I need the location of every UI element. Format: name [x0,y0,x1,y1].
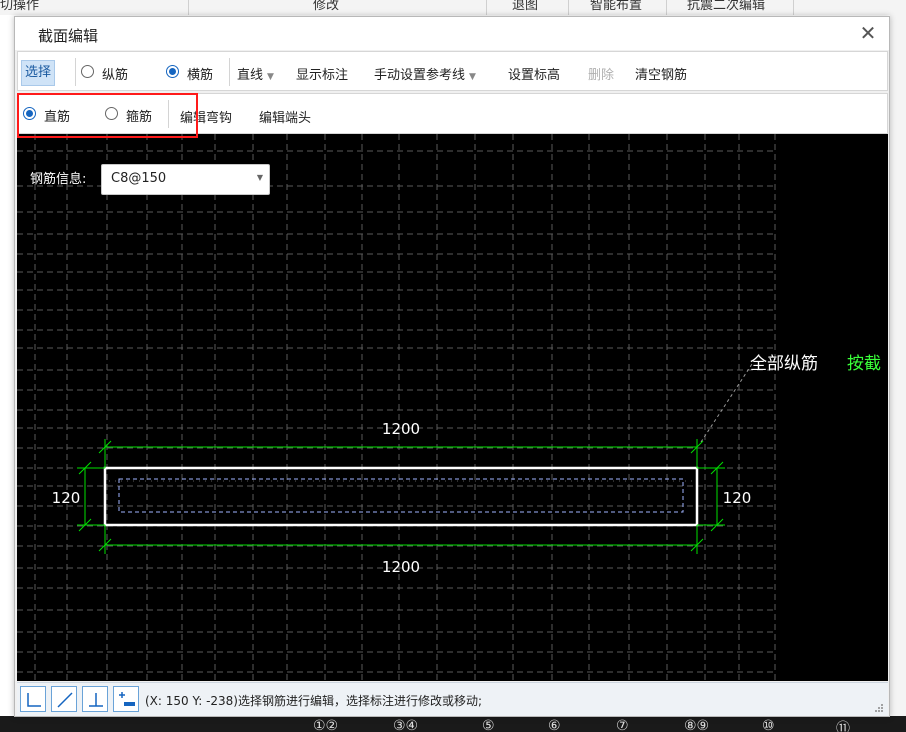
manual-reference-dropdown[interactable]: 手动设置参考线 ▼ [374,64,476,83]
rebar-info-value: C8@150 [111,171,167,186]
stirrup-label: 箍筋 [126,110,153,125]
drawing-canvas[interactable]: 1200 1200 120 120 全部纵筋 按截 钢筋信息: C8@150 ▼ [17,134,888,681]
left-dimension[interactable] [77,461,105,532]
dim-left-text[interactable]: 120 [52,489,81,507]
axis-label: ⑩ [762,718,775,732]
section-outline[interactable] [103,466,699,527]
main-toolbar: 选择 纵筋 横筋 直线 ▼ 显示标注 手动设置参考线 ▼ 设置标高 删除 清空钢筋 [17,51,888,91]
chevron-down-icon: ▼ [267,72,274,82]
straight-rebar-label: 直筋 [44,110,71,125]
bg-item: 切操作 [0,0,40,13]
bg-item: 抗震二次编辑 [687,0,766,13]
longitudinal-radio[interactable]: 纵筋 [81,64,128,83]
chevron-down-icon: ▼ [469,72,476,82]
status-bar: (X: 150 Y: -238)选择钢筋进行编辑，选择标注进行修改或移动; [17,682,888,716]
bottom-dimension[interactable] [98,525,704,554]
leader-label[interactable]: 全部纵筋 [750,354,818,374]
line-type-dropdown[interactable]: 直线 ▼ [237,64,274,83]
resize-grip-icon[interactable] [874,703,884,713]
straight-rebar-radio[interactable]: 直筋 [23,106,70,125]
diagonal-line-icon[interactable] [51,686,77,712]
axis-label: ⑧⑨ [684,718,710,732]
line-type-label: 直线 [237,68,264,83]
rebar-info-select[interactable]: C8@150 ▼ [101,164,270,195]
axis-label: ⑤ [482,718,495,732]
rebar-toolbar: 直筋 箍筋 编辑弯钩 编辑端头 [17,93,888,134]
edit-hook-button[interactable]: 编辑弯钩 [180,107,232,126]
background-panel [890,15,906,716]
delete-button[interactable]: 删除 [588,64,614,83]
dim-top-text[interactable]: 1200 [382,420,420,438]
edit-end-button[interactable]: 编辑端头 [259,107,311,126]
leader-line [700,363,753,443]
transverse-label: 横筋 [187,68,214,83]
section-edit-dialog: 截面编辑 ✕ 选择 纵筋 横筋 直线 ▼ 显示标注 手动设置参考线 ▼ 设置标高 删… [14,16,890,717]
bg-item: 智能布置 [590,0,643,13]
status-text: (X: 150 Y: -238)选择钢筋进行编辑，选择标注进行修改或移动; [145,694,483,708]
section-drawing: 1200 1200 120 120 全部纵筋 按截 [52,354,881,576]
select-button[interactable]: 选择 [21,60,56,86]
radio-selected-icon [166,65,179,78]
dim-right-text[interactable]: 120 [723,489,752,507]
background-axis-labels: ①② ③④ ⑤ ⑥ ⑦ ⑧⑨ ⑩ ⑪ [0,716,906,732]
radio-selected-icon [23,107,36,120]
leader-label-green[interactable]: 按截 [847,354,881,374]
clear-rebar-button[interactable]: 清空钢筋 [635,64,687,83]
axis-label: ①② [313,718,339,732]
close-icon[interactable]: ✕ [857,22,879,44]
axis-label: ⑦ [616,718,629,732]
longitudinal-label: 纵筋 [102,68,129,83]
dim-bottom-text[interactable]: 1200 [382,558,420,576]
bg-item: 退图 [512,0,539,13]
manual-reference-label: 手动设置参考线 [374,68,466,83]
rebar-outline[interactable] [118,478,684,513]
axis-label: ⑪ [836,721,850,732]
perpendicular-icon[interactable] [82,686,108,712]
radio-icon [81,65,94,78]
axis-label: ③④ [393,718,419,732]
add-point-icon[interactable] [113,686,139,712]
bg-item: 修改 [313,0,340,13]
title-bar[interactable]: 截面编辑 ✕ [15,17,889,50]
background-toolbar: 切操作 修改 退图 智能布置 抗震二次编辑 [0,0,906,15]
radio-icon [105,107,118,120]
set-elevation-button[interactable]: 设置标高 [508,64,560,83]
axis-label: ⑥ [548,718,561,732]
stirrup-radio[interactable]: 箍筋 [105,106,152,125]
right-dimension[interactable] [697,461,725,532]
dialog-title: 截面编辑 [38,27,99,45]
show-dimension-button[interactable]: 显示标注 [296,64,348,83]
rebar-info-label: 钢筋信息: [30,172,87,187]
chevron-down-icon: ▼ [256,173,263,182]
orthogonal-icon[interactable] [20,686,46,712]
top-dimension[interactable] [98,439,704,468]
transverse-radio[interactable]: 横筋 [166,64,213,83]
